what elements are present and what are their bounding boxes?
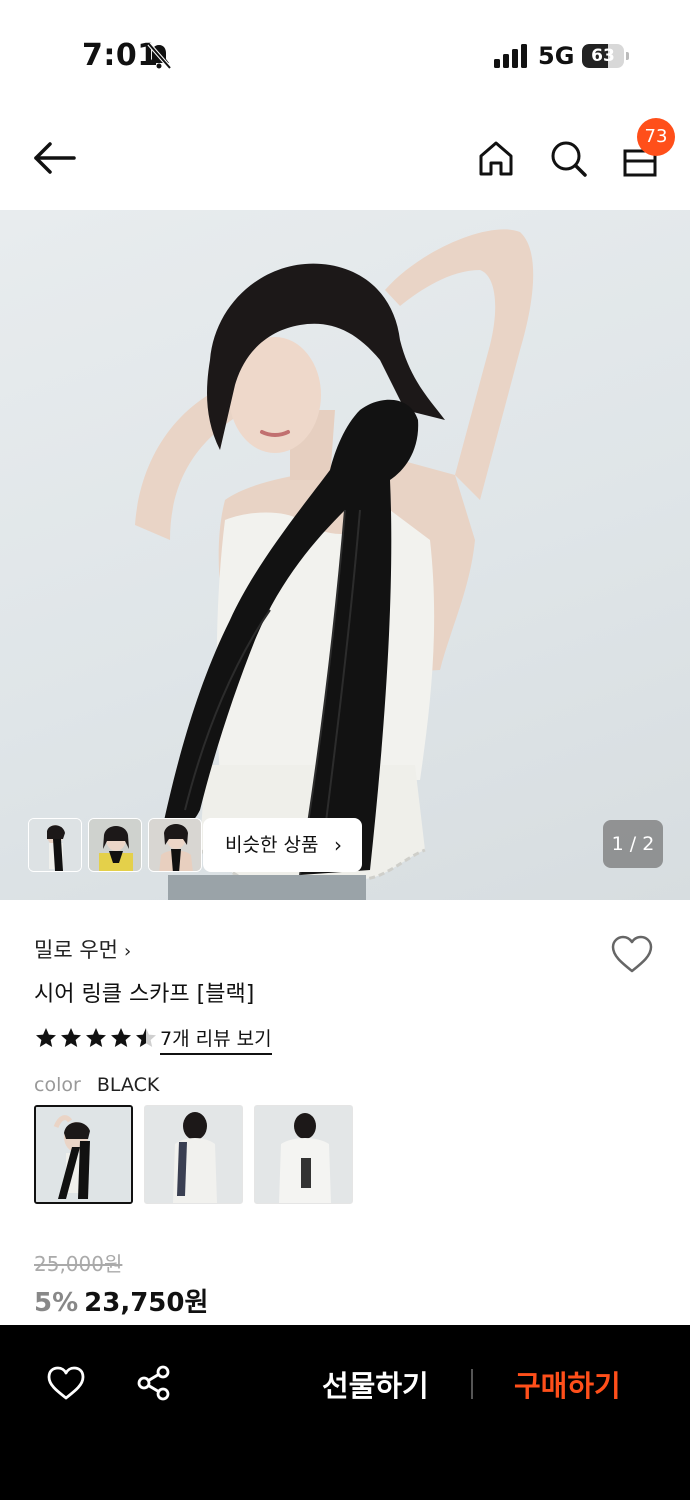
back-arrow-icon[interactable] bbox=[30, 136, 80, 180]
star-icon bbox=[111, 1028, 131, 1047]
product-title: 시어 링클 스카프 [블랙] bbox=[34, 982, 255, 1007]
model-photo bbox=[135, 229, 534, 900]
rating-stars bbox=[34, 1024, 158, 1052]
search-icon[interactable] bbox=[548, 136, 588, 180]
share-icon[interactable] bbox=[134, 1363, 174, 1403]
swatch-3[interactable] bbox=[254, 1105, 353, 1204]
brand-link[interactable]: 밀로 우먼 › bbox=[34, 934, 131, 964]
product-image[interactable] bbox=[0, 210, 690, 900]
thumbnail-1[interactable] bbox=[28, 818, 82, 872]
color-label: color bbox=[34, 1074, 81, 1096]
cart-count-badge: 73 bbox=[637, 118, 675, 156]
chevron-right-icon: › bbox=[334, 833, 342, 857]
color-value: BLACK bbox=[96, 1074, 160, 1096]
star-icon bbox=[36, 1028, 56, 1047]
gift-button[interactable]: 선물하기 bbox=[322, 1363, 429, 1405]
status-bar: 7:01 5G 63 bbox=[0, 0, 690, 110]
review-link[interactable]: 7개 리뷰 보기 bbox=[160, 1024, 272, 1055]
divider bbox=[471, 1369, 473, 1399]
star-icon bbox=[86, 1028, 106, 1047]
similar-products-button[interactable]: 비슷한 상품 › bbox=[203, 818, 362, 872]
signal-icon bbox=[494, 44, 527, 68]
thumbnail-strip bbox=[28, 818, 202, 872]
sale-price-row: 5% 23,750원 bbox=[34, 1282, 208, 1319]
star-icon bbox=[61, 1028, 81, 1047]
home-icon[interactable] bbox=[476, 136, 516, 180]
battery-indicator: 63 bbox=[582, 44, 629, 68]
heart-icon[interactable] bbox=[46, 1365, 86, 1401]
heart-icon[interactable] bbox=[610, 934, 654, 974]
bottom-action-bar: 선물하기 구매하기 bbox=[0, 1325, 690, 1500]
bell-slash-icon bbox=[147, 42, 172, 70]
color-swatches bbox=[34, 1105, 353, 1204]
battery-text: 63 bbox=[591, 46, 615, 66]
network-type: 5G bbox=[538, 42, 575, 70]
original-price: 25,000원 bbox=[34, 1252, 123, 1276]
buy-button[interactable]: 구매하기 bbox=[514, 1363, 621, 1405]
swatch-2[interactable] bbox=[144, 1105, 243, 1204]
thumbnail-3[interactable] bbox=[148, 818, 202, 872]
color-row: color BLACK bbox=[34, 1074, 159, 1096]
chevron-right-icon: › bbox=[123, 941, 132, 962]
discount-rate: 5% bbox=[34, 1288, 79, 1318]
sale-price: 23,750원 bbox=[84, 1288, 209, 1318]
similar-products-label: 비슷한 상품 bbox=[225, 834, 319, 856]
swatch-1[interactable] bbox=[34, 1105, 133, 1204]
image-page-indicator: 1 / 2 bbox=[603, 820, 663, 868]
brand-name: 밀로 우먼 bbox=[34, 938, 118, 962]
thumbnail-2[interactable] bbox=[88, 818, 142, 872]
top-nav bbox=[0, 110, 690, 210]
star-icon bbox=[136, 1028, 156, 1047]
